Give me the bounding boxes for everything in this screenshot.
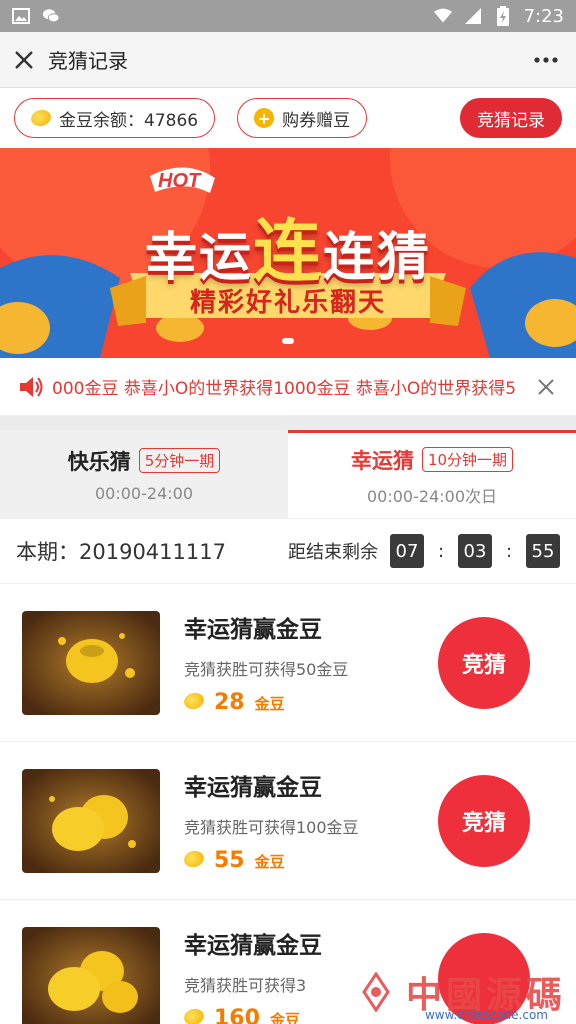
banner-indicator <box>282 338 294 344</box>
speaker-icon <box>20 376 43 397</box>
battery-icon <box>494 6 512 26</box>
records-button[interactable]: 竞猜记录 <box>460 98 562 138</box>
item-price-unit: 金豆 <box>269 1011 300 1024</box>
wifi-icon <box>433 8 452 24</box>
more-button[interactable] <box>516 32 576 88</box>
banner-title-right: 连猜 <box>323 228 432 288</box>
item-title: 幸运猜赢金豆 <box>184 933 322 959</box>
bean-icon <box>182 848 206 870</box>
guess-button[interactable]: 竞猜 <box>438 774 530 867</box>
tab-lucky-guess[interactable]: 幸运猜 10分钟一期 00:00-24:00次日 <box>288 430 576 518</box>
bean-icon <box>182 690 206 712</box>
image-icon <box>12 8 30 24</box>
item-title: 幸运猜赢金豆 <box>184 775 322 801</box>
promo-banner[interactable]: HOT 幸运连连猜 精彩好礼乐翻天 <box>0 148 576 358</box>
clock-time: 7:23 <box>523 5 564 27</box>
item-price: 55 <box>214 848 245 873</box>
list-item: 幸运猜赢金豆 竞猜获胜可获得100金豆 55 金豆 竞猜 <box>0 742 576 900</box>
watermark-url: www.chinacode.com <box>424 1008 548 1022</box>
close-icon <box>538 378 554 395</box>
notice-bar: 000金豆 恭喜小O的世界获得1000金豆 恭喜小O的世界获得5 <box>0 358 576 416</box>
app-screen: 7:23 竞猜记录 金豆余额：47866 + 购券赠豆 竞猜记录 HOT 幸运连… <box>0 0 576 1024</box>
records-label: 竞猜记录 <box>477 110 545 131</box>
tab-name: 幸运猜 <box>350 448 414 473</box>
tab-name: 快乐猜 <box>67 449 131 474</box>
countdown-minutes: 03 <box>458 534 492 568</box>
product-image <box>22 768 160 873</box>
list-item: 幸运猜赢金豆 竞猜获胜可获得50金豆 28 金豆 竞猜 <box>0 584 576 742</box>
countdown-separator: : <box>437 540 445 562</box>
balance-pill[interactable]: 金豆余额：47866 <box>14 98 216 138</box>
close-icon <box>15 50 33 69</box>
item-title: 幸运猜赢金豆 <box>184 617 322 643</box>
plus-icon: + <box>254 108 275 128</box>
hot-label: HOT <box>158 170 201 192</box>
item-desc: 竞猜获胜可获得100金豆 <box>184 818 359 837</box>
period-row: 本期：20190411117 距结束剩余 07 : 03 : 55 <box>0 518 576 584</box>
divider <box>0 416 576 430</box>
bean-icon <box>29 107 53 129</box>
signal-icon <box>464 8 482 24</box>
balance-label: 金豆余额：47866 <box>59 110 199 131</box>
countdown-label: 距结束剩余 <box>288 542 378 563</box>
bean-icon <box>182 1006 206 1024</box>
countdown: 距结束剩余 07 : 03 : 55 <box>288 534 560 568</box>
banner-subtitle: 精彩好礼乐翻天 <box>189 288 386 318</box>
buy-coupon-button[interactable]: + 购券赠豆 <box>237 98 368 138</box>
item-price-unit: 金豆 <box>254 853 285 871</box>
banner-title-mid: 连 <box>252 213 323 292</box>
tab-period-badge: 10分钟一期 <box>421 447 514 472</box>
logo-icon <box>362 972 390 1012</box>
wechat-icon <box>42 8 60 24</box>
action-pills: 金豆余额：47866 + 购券赠豆 竞猜记录 <box>0 88 576 148</box>
banner-title: 幸运连连猜 <box>0 196 576 295</box>
close-button[interactable] <box>0 32 48 88</box>
product-list: 幸运猜赢金豆 竞猜获胜可获得50金豆 28 金豆 竞猜 幸运猜赢金豆 竞猜获胜可… <box>0 584 576 1024</box>
countdown-hours: 07 <box>390 534 424 568</box>
notice-text: 000金豆 恭喜小O的世界获得1000金豆 恭喜小O的世界获得5 <box>52 379 517 399</box>
tab-time: 00:00-24:00 <box>95 483 193 503</box>
item-desc: 竞猜获胜可获得50金豆 <box>184 660 349 679</box>
tab-happy-guess[interactable]: 快乐猜 5分钟一期 00:00-24:00 <box>0 430 288 518</box>
status-bar: 7:23 <box>0 0 576 32</box>
title-bar: 竞猜记录 <box>0 32 576 88</box>
countdown-seconds: 55 <box>526 534 560 568</box>
tab-period-badge: 5分钟一期 <box>138 448 221 473</box>
item-price: 160 <box>214 1006 260 1024</box>
notice-close-button[interactable] <box>528 369 564 405</box>
tab-time: 00:00-24:00次日 <box>367 486 497 506</box>
game-tabs: 快乐猜 5分钟一期 00:00-24:00 幸运猜 10分钟一期 00:00-2… <box>0 430 576 518</box>
item-price-unit: 金豆 <box>254 695 285 713</box>
buy-coupon-label: 购券赠豆 <box>282 110 351 131</box>
product-image <box>22 610 160 715</box>
banner-title-left: 幸运 <box>144 228 253 288</box>
countdown-separator: : <box>505 540 513 562</box>
item-price: 28 <box>214 690 245 715</box>
page-title: 竞猜记录 <box>48 49 128 73</box>
product-image <box>22 926 160 1024</box>
more-icon <box>534 56 558 63</box>
period-number: 本期：20190411117 <box>16 540 226 564</box>
guess-button[interactable]: 竞猜 <box>438 616 530 709</box>
